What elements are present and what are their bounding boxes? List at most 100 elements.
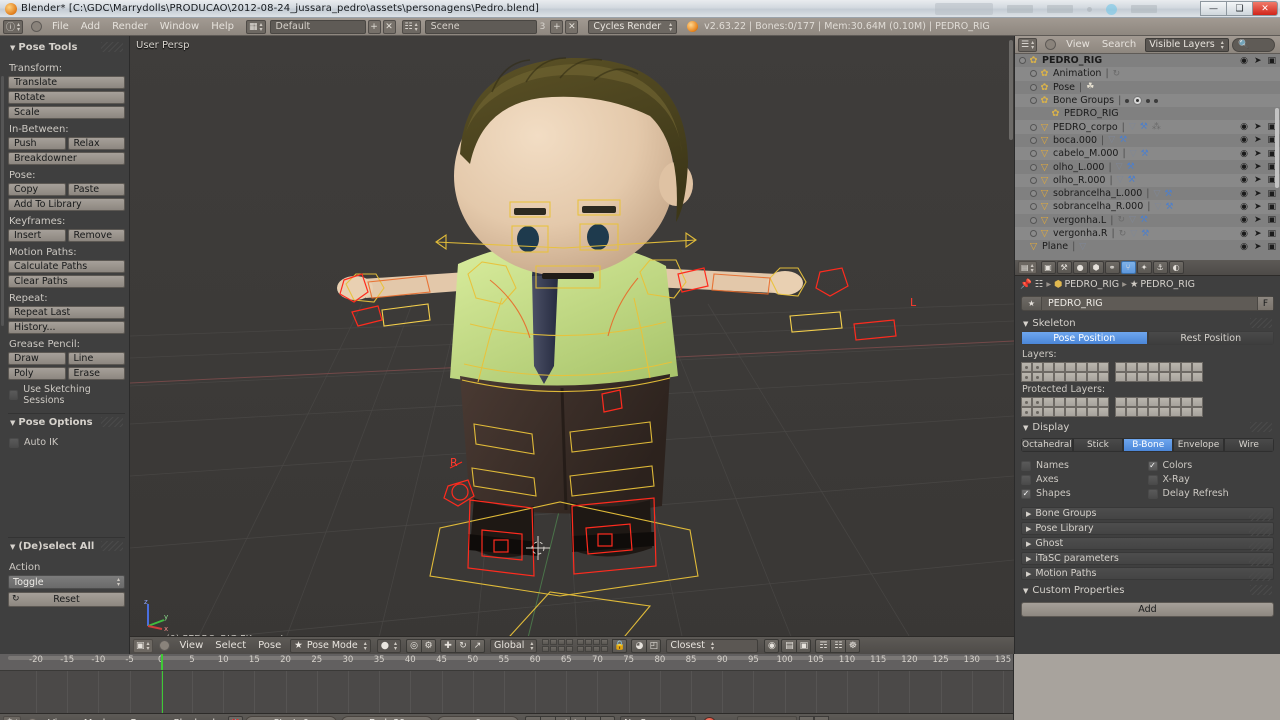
render-preview-icon[interactable]: ▤ — [781, 638, 797, 653]
restrict-select-cursor-icon[interactable]: ➤ — [1254, 122, 1262, 132]
rotate-button[interactable]: Rotate — [8, 91, 125, 104]
paste-pose-icon[interactable]: ☷ — [830, 638, 846, 653]
3d-viewport[interactable]: R L User Persp (0) PEDRO_RIG FK_mao.L z … — [130, 36, 1014, 654]
start-frame-field[interactable]: ◀ Start: 0 ▶ — [245, 716, 338, 720]
datablock-name-field[interactable]: ★ PEDRO_RIG F — [1021, 296, 1274, 311]
restrict-select-cursor-icon[interactable]: ➤ — [1254, 229, 1262, 239]
rotate-manipulator-icon[interactable]: ↻ — [455, 638, 471, 653]
keying-set-field[interactable] — [737, 716, 798, 720]
deselect-all-panel-header[interactable]: ▼ (De)select All — [8, 538, 125, 557]
mesh-wrench-icons[interactable]: ▽ ⚒ — [1117, 175, 1136, 185]
bone-display-mode-bar[interactable]: Octahedral Stick B-Bone Envelope Wire — [1021, 438, 1274, 452]
restrict-view-eye-icon[interactable]: ◉ — [1240, 175, 1248, 185]
restrict-select-cursor-icon[interactable]: ➤ — [1254, 135, 1262, 145]
pivot-and-manipulator-group[interactable]: ◎ ⚙ — [406, 638, 437, 653]
use-sketching-sessions-checkbox[interactable]: Use Sketching Sessions — [9, 384, 125, 406]
editor-type-selector-outliner[interactable]: ☰ ▴ ▾ — [1018, 37, 1038, 52]
restrict-render-camera-icon[interactable]: ▣ — [1267, 242, 1276, 252]
menu-render[interactable]: Render — [106, 21, 154, 32]
editor-type-selector-timeline[interactable]: ⏱ ▴▾ — [3, 716, 22, 720]
bone-display-wire-button[interactable]: Wire — [1223, 438, 1274, 452]
restrict-view-eye-icon[interactable]: ◉ — [1240, 189, 1248, 199]
viewport-menu-view[interactable]: View — [174, 640, 210, 651]
outliner-display-mode[interactable]: Visible Layers ▴ ▾ — [1145, 37, 1230, 52]
copy-pose-button[interactable]: Copy — [8, 183, 66, 196]
remove-keyframe-button[interactable]: Remove — [67, 229, 125, 242]
transform-orientation-selector[interactable]: Global ▴ ▾ — [490, 638, 538, 653]
outliner-row[interactable]: ✿ PEDRO_RIG — [1015, 107, 1280, 120]
screen-layout-field[interactable]: Default — [269, 19, 366, 34]
rest-position-button[interactable]: Rest Position — [1147, 331, 1274, 345]
pin-icon[interactable]: 📌 — [1020, 279, 1032, 290]
jump-to-end-icon[interactable]: ⇥ — [600, 716, 616, 720]
viewport-scrollbar[interactable] — [1009, 40, 1013, 140]
outliner-scrollbar[interactable] — [1275, 108, 1279, 188]
pose-tools-panel-header[interactable]: ▼ Pose Tools — [8, 39, 125, 58]
protected-group-left[interactable] — [1021, 397, 1109, 417]
action-icon-icons[interactable]: ↻ — [1113, 69, 1121, 79]
insert-keyframe-button[interactable]: Insert — [8, 229, 66, 242]
outliner-restrict-toggles[interactable]: ◉ ➤ ▣ — [1240, 215, 1276, 225]
shapes-checkbox[interactable]: ✓ Shapes — [1021, 488, 1148, 499]
restrict-view-eye-icon[interactable]: ◉ — [1240, 242, 1248, 252]
scene-icon[interactable]: ☷ ▴ ▾ — [401, 19, 421, 34]
ghost-panel-header[interactable]: ▶ Ghost — [1021, 537, 1274, 551]
expand-toggle-icon[interactable] — [1030, 123, 1037, 131]
breadcrumb-armature[interactable]: ★ PEDRO_RIG — [1130, 279, 1195, 290]
outliner-restrict-toggles[interactable]: ◉ ➤ ▣ — [1240, 202, 1276, 212]
add-custom-property-button[interactable]: Add — [1021, 602, 1274, 617]
protected-layers[interactable] — [1021, 397, 1274, 417]
outliner-row[interactable]: ▽ sobrancelha_L.000 | ▽ ⚒ ◉ ➤ ▣ — [1015, 187, 1280, 200]
scene-field[interactable]: Scene — [424, 19, 537, 34]
layers-group-right[interactable] — [1115, 362, 1203, 382]
custom-properties-panel-header[interactable]: ▼ Custom Properties — [1021, 582, 1274, 598]
expand-toggle-icon[interactable] — [1030, 203, 1037, 211]
new-screen-button[interactable]: + — [367, 19, 381, 34]
pose-copy-group[interactable]: ☶ ☷ ☸ — [815, 638, 861, 653]
pose-library-panel-header[interactable]: ▶ Pose Library — [1021, 522, 1274, 536]
restrict-view-eye-icon[interactable]: ◉ — [1240, 229, 1248, 239]
playback-controls[interactable]: ⇤ ⏮ ◀ ▶ ⏭ ⇥ — [525, 716, 616, 720]
bone-display-b-bone-button[interactable]: B-Bone — [1123, 438, 1174, 452]
editor-type-selector-properties[interactable]: ▤ ▴ ▾ — [1018, 261, 1037, 274]
skeleton-position-toggle[interactable]: Pose Position Rest Position — [1021, 331, 1274, 345]
delay-refresh-checkbox[interactable]: Delay Refresh — [1147, 488, 1275, 499]
snap-target-selector[interactable]: Closest ▴ ▾ — [666, 638, 759, 653]
restrict-select-cursor-icon[interactable]: ➤ — [1254, 242, 1262, 252]
paste-flipped-pose-icon[interactable]: ☸ — [845, 638, 861, 653]
close-button[interactable]: ✕ — [1252, 1, 1278, 16]
keying-set-icon[interactable]: ✎ — [720, 716, 735, 720]
gp-line-button[interactable]: Line — [67, 352, 125, 365]
restrict-render-camera-icon[interactable]: ▣ — [1267, 202, 1276, 212]
viewport-menu-select[interactable]: Select — [209, 640, 252, 651]
play-icon[interactable]: ▶ — [570, 716, 586, 720]
manipulator-mode-group[interactable]: ✚ ↻ ↗ — [440, 638, 486, 653]
topbar-collapse-toggle[interactable] — [31, 21, 43, 32]
expand-toggle-icon[interactable] — [1019, 57, 1026, 65]
mesh-wrench-icons[interactable]: ▽ ⚒ — [1116, 162, 1135, 172]
breakdowner-button[interactable]: Breakdowner — [8, 152, 125, 165]
restrict-select-cursor-icon[interactable]: ➤ — [1254, 202, 1262, 212]
outliner-restrict-toggles[interactable]: ◉ ➤ ▣ — [1240, 175, 1276, 185]
sync-mode-selector[interactable]: No Sync ▴▾ — [620, 716, 697, 720]
scale-manipulator-icon[interactable]: ↗ — [470, 638, 486, 653]
interaction-mode-selector[interactable]: ★ Pose Mode ▴ ▾ — [290, 638, 371, 653]
outliner-row[interactable]: ▽ olho_L.000 | ▽ ⚒ ◉ ➤ ▣ — [1015, 160, 1280, 173]
outliner-restrict-toggles[interactable]: ◉ ➤ ▣ — [1240, 162, 1276, 172]
restrict-view-eye-icon[interactable]: ◉ — [1240, 202, 1248, 212]
pivot-point-icon[interactable]: ◎ — [406, 638, 422, 653]
dots-icons[interactable] — [1125, 96, 1159, 106]
constraints-tab[interactable]: ⚭ — [1104, 261, 1120, 274]
outliner-row[interactable]: ▽ sobrancelha_R.000 | ▽ ⚒ ◉ ➤ ▣ — [1015, 200, 1280, 214]
expand-toggle-icon[interactable] — [1030, 190, 1037, 198]
translate-button[interactable]: Translate — [8, 76, 125, 89]
expand-toggle-icon[interactable] — [1030, 230, 1037, 237]
bone-icon-icons[interactable]: ☘ — [1086, 82, 1094, 92]
outliner-row[interactable]: ✿ Pose | ☘ — [1015, 81, 1280, 94]
outliner-row[interactable]: ▽ Plane | ▽ ◉ ➤ ▣ — [1015, 240, 1280, 253]
proportional-edit-icon[interactable]: ◉ — [764, 638, 780, 653]
itasc-parameters-panel-header[interactable]: ▶ iTaSC parameters — [1021, 552, 1274, 566]
editor-type-selector[interactable]: ⓘ ▴ ▾ — [3, 19, 24, 34]
mesh-modifier-wrench-particles-icons[interactable]: ▽ ⚒ ⁂ — [1129, 122, 1161, 132]
push-button[interactable]: Push — [8, 137, 66, 150]
